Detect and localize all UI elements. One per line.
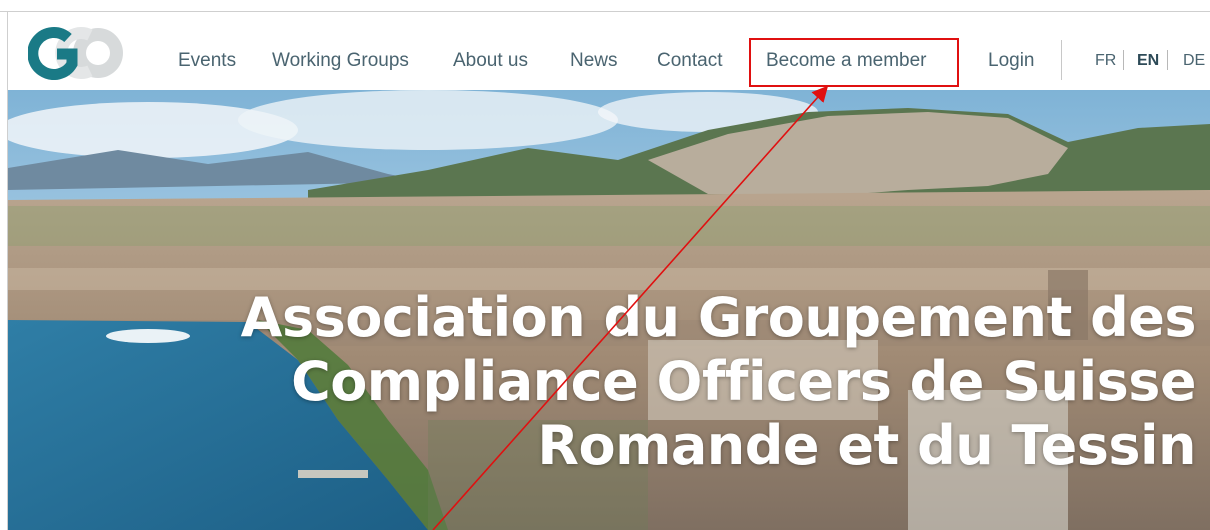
- nav-divider: [1061, 40, 1062, 80]
- nav-about-us[interactable]: About us: [453, 50, 528, 72]
- lang-divider: [1123, 50, 1124, 70]
- nav-working-groups[interactable]: Working Groups: [272, 50, 409, 72]
- lang-fr[interactable]: FR: [1095, 52, 1116, 70]
- hero-headline-line-1: Association du Groupement des: [240, 286, 1197, 349]
- logo-g-icon: [28, 27, 78, 80]
- hero-headline: Association du Groupement des Compliance…: [196, 286, 1197, 478]
- hero-headline-line-3: Romande et du Tessin: [537, 414, 1196, 477]
- hero-banner: Association du Groupement des Compliance…: [8, 90, 1210, 530]
- nav-news[interactable]: News: [570, 50, 618, 72]
- nav-login[interactable]: Login: [988, 50, 1035, 72]
- nav-events[interactable]: Events: [178, 50, 236, 72]
- hero-headline-line-2: Compliance Officers de Suisse: [291, 350, 1196, 413]
- nav-contact[interactable]: Contact: [657, 50, 722, 72]
- gco-logo[interactable]: [28, 26, 124, 80]
- become-a-member-highlight-box: [749, 38, 959, 87]
- lang-de[interactable]: DE: [1183, 52, 1205, 70]
- site-header: Events Working Groups About us News Cont…: [8, 12, 1210, 90]
- lang-en[interactable]: EN: [1137, 52, 1159, 70]
- lang-divider: [1167, 50, 1168, 70]
